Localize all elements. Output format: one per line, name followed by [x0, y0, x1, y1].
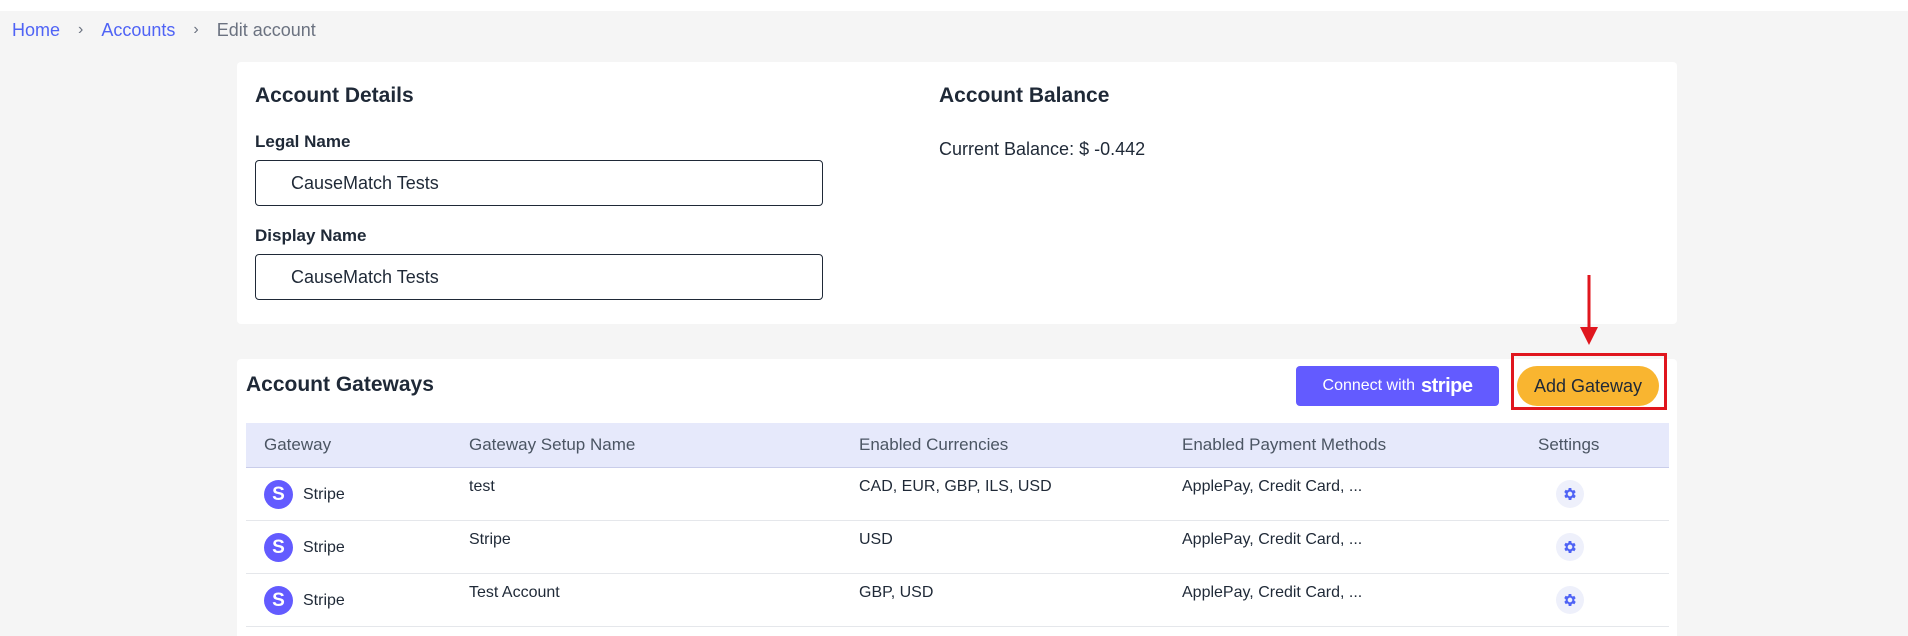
gateway-name: Stripe [303, 485, 345, 503]
gear-icon[interactable] [1556, 533, 1584, 561]
display-name-label: Display Name [255, 226, 367, 245]
enabled-currencies: USD [859, 531, 893, 548]
gateway-cell: S Stripe [264, 533, 345, 562]
enabled-payment-methods: ApplePay, Credit Card, ... [1182, 531, 1363, 548]
account-details-title: Account Details [255, 84, 414, 107]
stripe-logo-icon: S [264, 480, 293, 509]
breadcrumb-accounts-link[interactable]: Accounts [101, 20, 175, 41]
display-name-input[interactable] [255, 254, 823, 300]
table-header: Gateway Gateway Setup Name Enabled Curre… [246, 423, 1669, 468]
column-header-settings: Settings [1538, 435, 1600, 454]
arrow-down-icon [1580, 275, 1598, 345]
legal-name-label: Legal Name [255, 132, 351, 151]
current-balance: Current Balance: $ -0.442 [939, 139, 1146, 159]
gateways-table: Gateway Gateway Setup Name Enabled Curre… [246, 423, 1669, 627]
breadcrumb: Home › Accounts › Edit account [12, 19, 316, 41]
column-header-gateway[interactable]: Gateway [264, 435, 331, 455]
enabled-payment-methods: ApplePay, Credit Card, ... [1182, 584, 1363, 601]
chevron-right-icon: › [78, 21, 84, 38]
stripe-logo-icon: S [264, 533, 293, 562]
setup-name: test [469, 478, 495, 495]
gateway-cell: S Stripe [264, 480, 345, 509]
table-row[interactable]: S Stripe Stripe USD ApplePay, Credit Car… [246, 521, 1669, 574]
setup-name: Test Account [469, 584, 560, 601]
connect-with-stripe-button[interactable]: Connect with stripe [1296, 366, 1499, 406]
add-gateway-button[interactable]: Add Gateway [1517, 366, 1659, 406]
breadcrumb-home-link[interactable]: Home [12, 20, 60, 41]
gateway-cell: S Stripe [264, 586, 345, 615]
table-row[interactable]: S Stripe test CAD, EUR, GBP, ILS, USD Ap… [246, 468, 1669, 521]
column-header-setup-name[interactable]: Gateway Setup Name [469, 435, 635, 455]
gear-icon[interactable] [1556, 586, 1584, 614]
table-row[interactable]: S Stripe Test Account GBP, USD ApplePay,… [246, 574, 1669, 627]
enabled-currencies: CAD, EUR, GBP, ILS, USD [859, 478, 1052, 495]
connect-with-label: Connect with [1322, 377, 1416, 394]
chevron-right-icon: › [193, 21, 199, 38]
setup-name: Stripe [469, 531, 511, 548]
stripe-wordmark: stripe [1421, 374, 1473, 397]
gateway-name: Stripe [303, 591, 345, 609]
gateway-name: Stripe [303, 538, 345, 556]
breadcrumb-current: Edit account [216, 19, 316, 40]
gear-icon[interactable] [1556, 480, 1584, 508]
account-gateways-title: Account Gateways [246, 373, 434, 396]
enabled-currencies: GBP, USD [859, 584, 934, 601]
legal-name-input[interactable] [255, 160, 823, 206]
column-header-currencies[interactable]: Enabled Currencies [859, 435, 1008, 455]
enabled-payment-methods: ApplePay, Credit Card, ... [1182, 478, 1363, 495]
column-header-payment-methods[interactable]: Enabled Payment Methods [1182, 435, 1386, 455]
account-balance-title: Account Balance [939, 84, 1110, 107]
stripe-logo-icon: S [264, 586, 293, 615]
